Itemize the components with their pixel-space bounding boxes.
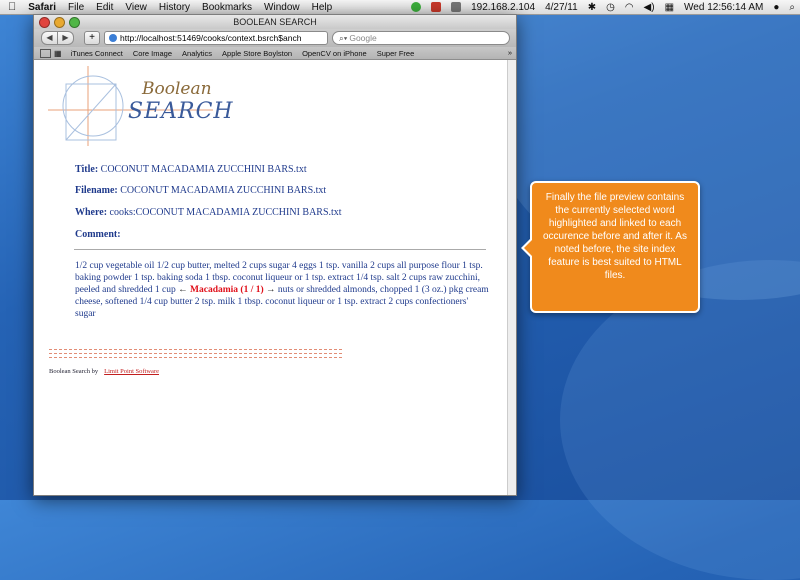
url-text: http://localhost:51469/cooks/context.bsr… bbox=[120, 33, 302, 43]
ip-address[interactable]: 192.168.2.104 bbox=[466, 2, 540, 13]
window-titlebar[interactable]: BOOLEAN SEARCH bbox=[34, 15, 516, 29]
menu-file[interactable]: File bbox=[62, 2, 90, 13]
page-content: Boolean SEARCH Title: COCONUT MACADAMIA … bbox=[34, 60, 516, 495]
menu-history[interactable]: History bbox=[153, 2, 196, 13]
bookmark-item[interactable]: Analytics bbox=[177, 49, 217, 58]
search-placeholder: Google bbox=[349, 33, 377, 43]
comment-field: Comment: bbox=[75, 229, 121, 240]
status-icon-green[interactable] bbox=[406, 1, 426, 13]
menu-edit[interactable]: Edit bbox=[90, 2, 119, 13]
reading-list-icon[interactable] bbox=[40, 48, 51, 58]
spotlight-icon[interactable]: ⌕ bbox=[784, 2, 800, 13]
page-footer: Boolean Search by Limit Point Software bbox=[49, 368, 159, 375]
apple-menu-icon[interactable]:  bbox=[0, 1, 22, 13]
title-label: Title: bbox=[75, 164, 99, 175]
vertical-scrollbar[interactable] bbox=[507, 60, 516, 495]
window-controls bbox=[39, 17, 80, 28]
title-field: Title: COCONUT MACADAMIA ZUCCHINI BARS.t… bbox=[75, 164, 307, 175]
back-icon[interactable]: ◀ bbox=[41, 31, 58, 45]
wifi-icon[interactable]: ◠ bbox=[620, 2, 639, 13]
menu-bar:  Safari File Edit View History Bookmark… bbox=[0, 0, 800, 15]
logo-text-boolean: Boolean bbox=[142, 79, 212, 99]
search-field[interactable]: ⌕▾ Google bbox=[332, 31, 510, 45]
address-bar[interactable]: http://localhost:51469/cooks/context.bsr… bbox=[104, 31, 328, 45]
user-icon[interactable]: ● bbox=[768, 2, 784, 13]
menu-view[interactable]: View bbox=[119, 2, 153, 13]
status-icon-network[interactable] bbox=[446, 1, 466, 13]
filename-value: COCONUT MACADAMIA ZUCCHINI BARS.txt bbox=[120, 185, 327, 196]
minimize-button[interactable] bbox=[54, 17, 65, 28]
bookmark-item[interactable]: OpenCV on iPhone bbox=[297, 49, 372, 58]
close-button[interactable] bbox=[39, 17, 50, 28]
callout-text: Finally the file preview contains the cu… bbox=[543, 192, 687, 281]
logo-text-search: SEARCH bbox=[128, 99, 234, 124]
browser-window: BOOLEAN SEARCH ◀ ▶ + http://localhost:51… bbox=[33, 14, 517, 496]
filename-field: Filename: COCONUT MACADAMIA ZUCCHINI BAR… bbox=[75, 185, 326, 196]
add-bookmark-button[interactable]: + bbox=[84, 31, 100, 45]
previous-occurrence-link[interactable]: ← bbox=[178, 285, 188, 295]
boolean-search-logo: Boolean SEARCH bbox=[48, 66, 233, 148]
decorative-line bbox=[49, 349, 342, 350]
highlighted-word[interactable]: Macadamia (1 / 1) bbox=[190, 285, 264, 295]
volume-icon[interactable]: ◀) bbox=[639, 2, 660, 13]
where-label: Where: bbox=[75, 207, 108, 218]
bookmark-item[interactable]: Super Free bbox=[372, 49, 420, 58]
window-title: BOOLEAN SEARCH bbox=[233, 17, 317, 27]
title-value: COCONUT MACADAMIA ZUCCHINI BARS.txt bbox=[100, 164, 307, 175]
input-menu-icon[interactable]: ▦ bbox=[660, 2, 679, 13]
menu-window[interactable]: Window bbox=[258, 2, 306, 13]
search-icon: ⌕▾ bbox=[339, 33, 348, 43]
bookmark-item[interactable]: iTunes Connect bbox=[66, 49, 128, 58]
status-icon-red[interactable] bbox=[426, 1, 446, 13]
decorative-lines bbox=[49, 349, 342, 361]
comment-label: Comment: bbox=[75, 229, 121, 240]
forward-icon[interactable]: ▶ bbox=[58, 31, 74, 45]
menu-clock[interactable]: Wed 12:56:14 AM bbox=[679, 2, 768, 13]
file-preview-text: 1/2 cup vegetable oil 1/2 cup butter, me… bbox=[75, 260, 489, 320]
nav-buttons: ◀ ▶ bbox=[41, 31, 74, 45]
menu-bookmarks[interactable]: Bookmarks bbox=[196, 2, 258, 13]
footer-text: Boolean Search by bbox=[49, 368, 99, 375]
where-value: cooks:COCONUT MACADAMIA ZUCCHINI BARS.tx… bbox=[109, 207, 342, 218]
menu-help[interactable]: Help bbox=[306, 2, 339, 13]
footer-link[interactable]: Limit Point Software bbox=[104, 368, 159, 375]
bookmarks-bar: ▦ iTunes Connect Core Image Analytics Ap… bbox=[34, 47, 516, 60]
top-sites-icon[interactable]: ▦ bbox=[54, 49, 62, 58]
globe-icon bbox=[109, 34, 117, 42]
bookmark-item[interactable]: Core Image bbox=[128, 49, 177, 58]
menu-safari[interactable]: Safari bbox=[22, 2, 62, 13]
where-field: Where: cooks:COCONUT MACADAMIA ZUCCHINI … bbox=[75, 207, 342, 218]
bluetooth-icon[interactable]: ✱ bbox=[583, 2, 601, 13]
time-machine-icon[interactable]: ◷ bbox=[601, 2, 620, 13]
browser-toolbar: ◀ ▶ + http://localhost:51469/cooks/conte… bbox=[34, 29, 516, 47]
decorative-line bbox=[49, 357, 342, 358]
menu-extras: 192.168.2.104 4/27/11 ✱ ◷ ◠ ◀) ▦ Wed 12:… bbox=[406, 0, 800, 14]
decorative-line bbox=[49, 353, 342, 354]
bookmark-item[interactable]: Apple Store Boylston bbox=[217, 49, 297, 58]
bookmarks-overflow-icon[interactable]: » bbox=[508, 47, 512, 59]
tutorial-callout: Finally the file preview contains the cu… bbox=[521, 181, 700, 313]
menu-date[interactable]: 4/27/11 bbox=[540, 2, 583, 13]
zoom-button[interactable] bbox=[69, 17, 80, 28]
filename-label: Filename: bbox=[75, 185, 118, 196]
divider bbox=[74, 249, 486, 250]
next-occurrence-link[interactable]: → bbox=[266, 285, 276, 295]
